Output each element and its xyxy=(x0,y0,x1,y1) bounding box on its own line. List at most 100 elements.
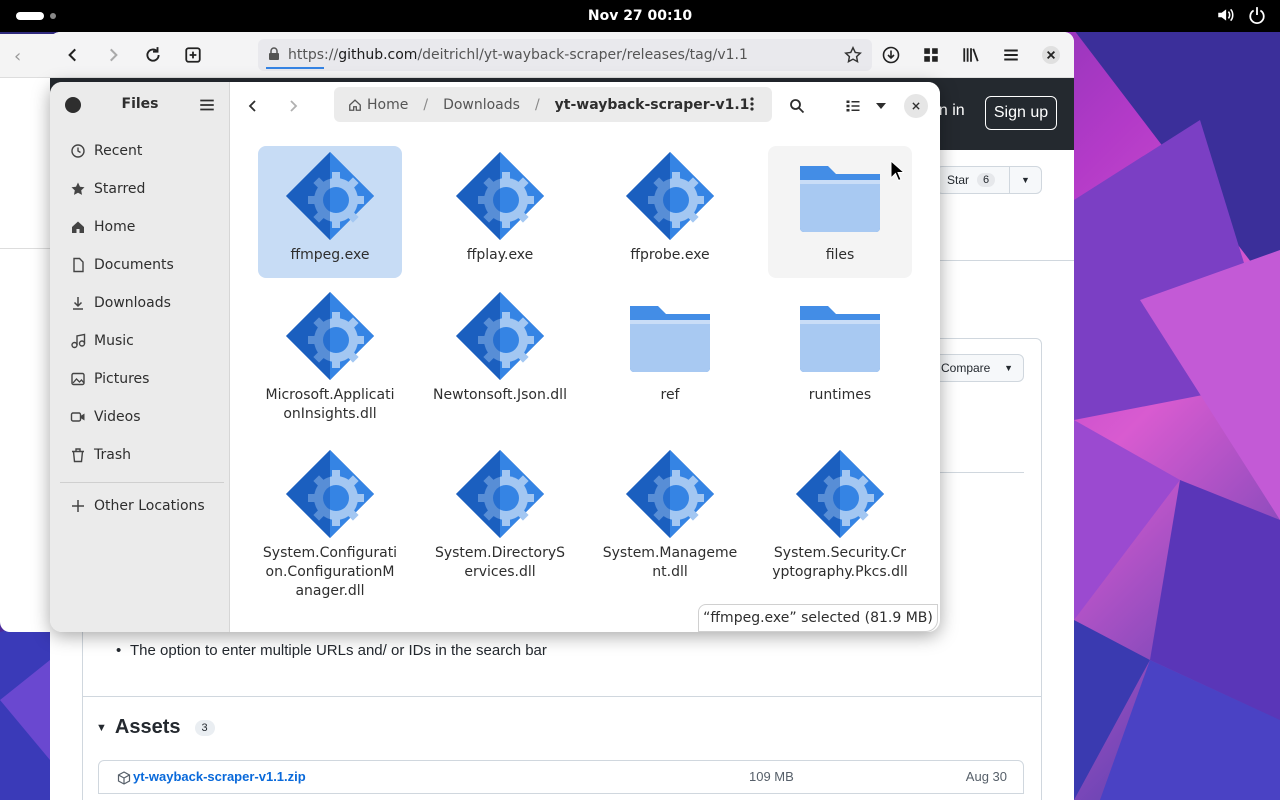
new-tab-icon xyxy=(185,47,201,63)
sidebar-item-starred[interactable]: Starred xyxy=(60,172,224,206)
compare-button[interactable]: Compare ▼ xyxy=(930,354,1024,382)
breadcrumb-current[interactable]: yt-wayback-scraper-v1.1 xyxy=(555,97,750,113)
file-item[interactable]: System.Configuration.ConfigurationManage… xyxy=(258,444,402,601)
sidebar-item-other-locations[interactable]: Other Locations xyxy=(60,489,224,523)
star-count: 6 xyxy=(977,173,996,187)
file-name-label: files xyxy=(825,247,855,263)
star-button[interactable]: Star 6 ▼ xyxy=(936,166,1042,194)
executable-icon xyxy=(598,444,742,544)
assets-toggle[interactable]: ▼ Assets 3 xyxy=(96,716,215,739)
sign-up-button[interactable]: Sign up xyxy=(985,96,1057,130)
arrow-left-icon xyxy=(68,48,76,62)
folder-item[interactable]: runtimes xyxy=(768,286,912,405)
file-item[interactable]: Newtonsoft.Json.dll xyxy=(428,286,572,405)
picture-icon xyxy=(70,371,86,387)
sidebar-item-label: Documents xyxy=(94,257,174,273)
file-item[interactable]: Microsoft.ApplicationInsights.dll xyxy=(258,286,402,424)
breadcrumb-separator: / xyxy=(534,96,540,113)
download-icon xyxy=(70,295,86,311)
back-button[interactable] xyxy=(240,93,266,119)
file-item[interactable]: System.DirectoryServices.dll xyxy=(428,444,572,582)
forward-button[interactable] xyxy=(280,93,306,119)
divider xyxy=(82,696,1042,697)
breadcrumb-home[interactable]: Home xyxy=(367,97,408,113)
sidebar-item-label: Starred xyxy=(94,181,146,197)
sidebar-item-downloads[interactable]: Downloads xyxy=(60,286,224,320)
hamburger-menu-icon[interactable] xyxy=(198,96,216,114)
bookmark-star-icon[interactable] xyxy=(844,46,862,64)
view-list-button[interactable] xyxy=(840,93,866,119)
arrow-right-icon xyxy=(110,48,118,62)
file-name-label: System.Configuration.ConfigurationManage… xyxy=(262,545,398,599)
sidebar-item-recent[interactable]: Recent xyxy=(60,134,224,168)
home-icon xyxy=(70,219,86,235)
assets-title: Assets xyxy=(114,716,181,738)
files-sidebar: Files Recent Starred Home Documents Down… xyxy=(50,82,230,632)
url-bar[interactable]: https://github.com/deitrichl/yt-wayback-… xyxy=(258,39,872,71)
view-options-button[interactable] xyxy=(868,93,894,119)
sidebar-divider xyxy=(60,482,224,483)
sidebar-header: Files xyxy=(50,82,230,128)
downloads-button[interactable] xyxy=(878,42,904,68)
file-item[interactable]: ffprobe.exe xyxy=(598,146,742,265)
reload-button[interactable] xyxy=(140,42,166,68)
files-window[interactable]: Files Recent Starred Home Documents Down… xyxy=(50,82,940,632)
close-button[interactable] xyxy=(904,94,928,118)
sidebar-item-documents[interactable]: Documents xyxy=(60,248,224,282)
home-icon xyxy=(349,98,361,111)
package-icon xyxy=(117,771,131,785)
file-name-label: Newtonsoft.Json.dll xyxy=(433,387,567,403)
system-tray[interactable] xyxy=(1216,6,1266,24)
asset-link[interactable]: yt-wayback-scraper-v1.1.zip xyxy=(133,769,306,784)
url-highlight xyxy=(266,67,324,69)
activities-button[interactable] xyxy=(16,12,56,20)
back-arrow-icon[interactable]: ‹ xyxy=(14,46,21,67)
clock-icon xyxy=(70,143,86,159)
path-bar[interactable]: Home / Downloads / yt-wayback-scraper-v1… xyxy=(334,87,772,122)
sidebar-item-label: Trash xyxy=(94,447,131,463)
executable-icon xyxy=(768,444,912,544)
list-view-icon xyxy=(846,100,860,112)
search-button[interactable] xyxy=(784,93,810,119)
star-icon xyxy=(70,181,86,197)
sidebar-item-pictures[interactable]: Pictures xyxy=(60,362,224,396)
chevron-down-icon[interactable]: ▼ xyxy=(1009,167,1041,193)
executable-icon xyxy=(428,146,572,246)
lock-icon[interactable] xyxy=(268,47,280,61)
file-item[interactable]: System.Management.dll xyxy=(598,444,742,582)
url-domain: github.com xyxy=(338,47,418,63)
sidebar-item-label: Music xyxy=(94,333,134,349)
trash-icon xyxy=(70,447,86,463)
sidebar-item-trash[interactable]: Trash xyxy=(60,438,224,472)
extensions-button[interactable] xyxy=(918,42,944,68)
more-vertical-icon[interactable] xyxy=(744,96,760,112)
file-name-label: runtimes xyxy=(808,387,872,403)
library-button[interactable] xyxy=(958,42,984,68)
arrow-left-icon xyxy=(248,100,256,112)
back-button[interactable] xyxy=(60,42,86,68)
forward-button[interactable] xyxy=(100,42,126,68)
file-item[interactable]: ffmpeg.exe xyxy=(258,146,402,278)
search-icon xyxy=(790,99,805,114)
clock[interactable]: Nov 27 00:10 xyxy=(588,8,692,24)
menu-button[interactable] xyxy=(998,42,1024,68)
url-path: /deitrichl/yt-wayback-scraper/releases/t… xyxy=(417,47,748,63)
sidebar-item-videos[interactable]: Videos xyxy=(60,400,224,434)
music-icon xyxy=(70,333,86,349)
sidebar-item-music[interactable]: Music xyxy=(60,324,224,358)
file-item[interactable]: System.Security.Cryptography.Pkcs.dll xyxy=(768,444,912,582)
file-item[interactable]: ffplay.exe xyxy=(428,146,572,265)
sidebar-item-label: Home xyxy=(94,219,136,235)
breadcrumb-downloads[interactable]: Downloads xyxy=(443,97,520,113)
close-icon xyxy=(1042,46,1060,64)
folder-item[interactable]: ref xyxy=(598,286,742,405)
close-window-button[interactable] xyxy=(1038,42,1064,68)
power-icon xyxy=(1249,7,1265,24)
asset-date: Aug 30 xyxy=(965,769,1007,784)
executable-icon xyxy=(258,286,402,386)
new-tab-button[interactable] xyxy=(180,42,206,68)
executable-icon xyxy=(258,146,402,246)
asset-size: 109 MB xyxy=(749,769,794,784)
file-name-label: System.DirectoryServices.dll xyxy=(434,545,566,580)
sidebar-item-home[interactable]: Home xyxy=(60,210,224,244)
